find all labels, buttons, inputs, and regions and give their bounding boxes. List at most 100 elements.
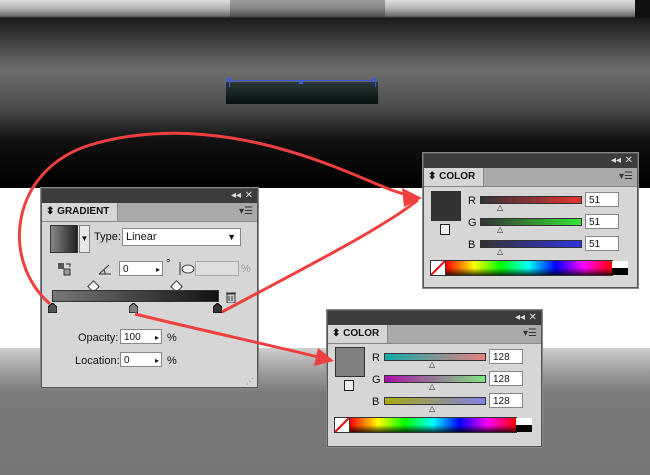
tab-arrows-icon: ⬍ <box>428 171 437 182</box>
tab-gradient[interactable]: ⬍ GRADIENT <box>42 203 119 221</box>
opacity-value: 100 <box>124 332 141 343</box>
dropdown-arrow-icon: ▼ <box>80 234 89 243</box>
tab-color[interactable]: ⬍ COLOR <box>424 168 485 186</box>
none-color-icon[interactable] <box>334 417 350 433</box>
panel-menu-icon[interactable]: ▾☰ <box>239 206 253 218</box>
angle-unit: ° <box>166 258 171 270</box>
color-panel-top: ◂◂ ✕ ⬍ COLOR ▾☰ R △ 51 G △ 51 B △ 51 <box>423 153 638 288</box>
g-value: 128 <box>493 374 510 385</box>
g-label: G <box>468 217 477 229</box>
color-panel-bottom: ◂◂ ✕ ⬍ COLOR ▾☰ R △ 128 G △ 128 B △ 128 <box>327 310 542 447</box>
r-label: R <box>372 352 380 364</box>
angle-icon <box>98 263 112 275</box>
g-value: 51 <box>589 217 601 228</box>
fill-color-swatch[interactable] <box>431 191 461 221</box>
stepper-icon[interactable]: ▸ <box>156 262 160 277</box>
r-input[interactable]: 128 <box>489 349 523 364</box>
resize-grip-icon[interactable]: ⋰ <box>246 377 254 386</box>
stepper-icon[interactable]: ▸ <box>155 353 159 368</box>
close-icon[interactable]: ✕ <box>529 312 537 324</box>
b-slider-thumb[interactable]: △ <box>497 248 503 256</box>
aspect-ratio-icon <box>178 261 196 276</box>
g-slider-thumb[interactable]: △ <box>429 383 435 391</box>
b-value: 51 <box>589 239 601 250</box>
lock-icon <box>440 224 450 235</box>
panel-collapse-icon[interactable]: ◂◂ <box>611 155 621 167</box>
close-icon[interactable]: ✕ <box>245 190 253 202</box>
aspect-unit: % <box>241 263 251 275</box>
gradient-ramp[interactable] <box>52 290 219 302</box>
r-value: 128 <box>493 352 510 363</box>
location-input[interactable]: 0 ▸ <box>120 352 162 367</box>
r-value: 51 <box>589 195 601 206</box>
panel-menu-icon[interactable]: ▾☰ <box>619 171 633 183</box>
location-value: 0 <box>124 355 130 366</box>
selection-handle-right[interactable] <box>372 78 376 82</box>
tab-label: GRADIENT <box>57 206 110 217</box>
panel-titlebar[interactable]: ◂◂ ✕ <box>42 189 257 203</box>
g-input[interactable]: 128 <box>489 371 523 386</box>
angle-input[interactable]: 0 ▸ <box>119 261 163 276</box>
panel-titlebar[interactable]: ◂◂ ✕ <box>328 311 541 325</box>
panel-tab-bar: ⬍ GRADIENT ▾☰ <box>42 203 257 222</box>
tab-color[interactable]: ⬍ COLOR <box>328 325 389 343</box>
black-white-swatch[interactable] <box>516 418 532 432</box>
r-label: R <box>468 195 476 207</box>
gradient-stop-middle[interactable] <box>128 302 139 314</box>
opacity-label: Opacity: <box>78 332 119 344</box>
tab-arrows-icon: ⬍ <box>332 328 341 339</box>
panel-collapse-icon[interactable]: ◂◂ <box>515 312 525 324</box>
opacity-unit: % <box>167 332 177 344</box>
aspect-ratio-input[interactable] <box>195 261 239 276</box>
panel-menu-icon[interactable]: ▾☰ <box>523 328 537 340</box>
r-input[interactable]: 51 <box>585 192 619 207</box>
dropdown-arrow-icon: ▼ <box>227 232 236 242</box>
g-slider-thumb[interactable]: △ <box>497 226 503 234</box>
tab-arrows-icon: ⬍ <box>46 206 55 217</box>
r-slider[interactable] <box>384 353 486 361</box>
color-spectrum[interactable] <box>349 417 517 433</box>
panel-titlebar[interactable]: ◂◂ ✕ <box>424 154 637 168</box>
r-slider-thumb[interactable]: △ <box>429 361 435 369</box>
color-spectrum[interactable] <box>445 260 613 276</box>
g-slider[interactable] <box>480 218 582 226</box>
b-input[interactable]: 51 <box>585 236 619 251</box>
b-slider-thumb[interactable]: △ <box>429 405 435 413</box>
black-white-swatch[interactable] <box>612 261 628 275</box>
none-color-icon[interactable] <box>430 260 446 276</box>
r-slider-thumb[interactable]: △ <box>497 204 503 212</box>
location-unit: % <box>167 355 177 367</box>
lock-icon <box>344 380 354 391</box>
b-value: 128 <box>493 396 510 407</box>
b-slider[interactable] <box>480 240 582 248</box>
gradient-stop-right[interactable] <box>212 302 223 314</box>
b-label: B <box>372 396 380 408</box>
b-slider[interactable] <box>384 397 486 405</box>
gradient-preview-swatch[interactable] <box>50 225 78 253</box>
gradient-stop-left[interactable] <box>47 302 58 314</box>
gradient-preview-dropdown[interactable]: ▼ <box>79 225 90 253</box>
tab-label: COLOR <box>343 328 380 339</box>
stepper-icon[interactable]: ▸ <box>155 330 159 345</box>
panel-tab-bar: ⬍ COLOR ▾☰ <box>328 325 541 344</box>
fill-color-swatch[interactable] <box>335 347 365 377</box>
delete-stop-icon[interactable] <box>226 291 236 304</box>
selection-handle-left[interactable] <box>227 78 231 82</box>
type-select[interactable]: Linear ▼ <box>122 228 241 246</box>
location-label: Location: <box>75 355 120 367</box>
reverse-gradient-icon[interactable] <box>57 262 71 276</box>
b-input[interactable]: 128 <box>489 393 523 408</box>
panel-tab-bar: ⬍ COLOR ▾☰ <box>424 168 637 187</box>
opacity-input[interactable]: 100 ▸ <box>120 329 162 344</box>
panel-collapse-icon[interactable]: ◂◂ <box>231 190 241 202</box>
g-label: G <box>372 374 381 386</box>
g-slider[interactable] <box>384 375 486 383</box>
type-select-value: Linear <box>126 231 157 243</box>
tab-label: COLOR <box>439 171 476 182</box>
gradient-panel: ◂◂ ✕ ⬍ GRADIENT ▾☰ ▼ Type: Linear ▼ 0 ▸ … <box>41 188 258 388</box>
g-input[interactable]: 51 <box>585 214 619 229</box>
selection-handle-center[interactable] <box>299 80 303 84</box>
r-slider[interactable] <box>480 196 582 204</box>
close-icon[interactable]: ✕ <box>625 155 633 167</box>
angle-value: 0 <box>123 264 129 275</box>
